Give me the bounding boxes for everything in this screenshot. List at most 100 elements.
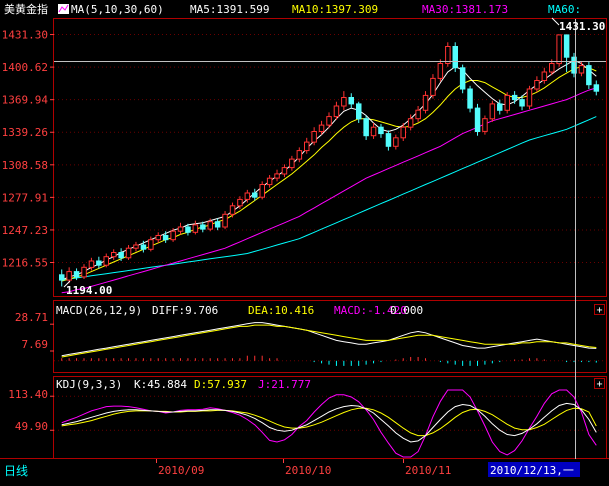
kdj-j-readout: J:21.777 bbox=[258, 378, 311, 391]
candle-body bbox=[259, 184, 265, 198]
ma10-readout: MA10:1397.309 bbox=[292, 3, 378, 16]
macd-zero-readout: 0.000 bbox=[390, 304, 423, 317]
kdj-k-readout: K:45.884 bbox=[134, 378, 187, 391]
candle-body bbox=[482, 118, 488, 132]
candle-body bbox=[356, 103, 362, 120]
candle-body bbox=[237, 198, 243, 207]
kdj-d-readout: D:57.937 bbox=[194, 378, 247, 391]
candle-body bbox=[467, 88, 473, 109]
candle-body bbox=[133, 244, 139, 249]
high-price-marker: 1431.30 bbox=[559, 20, 605, 33]
candle-body bbox=[363, 118, 369, 137]
candle-body bbox=[155, 235, 161, 241]
candle-body bbox=[125, 247, 132, 259]
price-y-tick: 1431.30 bbox=[2, 29, 48, 42]
price-y-tick: 1369.94 bbox=[2, 94, 49, 107]
candle-body bbox=[59, 274, 65, 281]
candle-body bbox=[222, 213, 228, 228]
candle-body bbox=[66, 271, 72, 281]
candle-body bbox=[192, 224, 199, 233]
candle-body bbox=[526, 88, 533, 107]
candle-down bbox=[459, 64, 466, 94]
macd-y-tick-lower: 7.69 bbox=[22, 338, 49, 351]
ma5-readout: MA5:1391.599 bbox=[190, 3, 269, 16]
candle-body bbox=[541, 71, 548, 81]
candle-body bbox=[304, 141, 310, 152]
candle-down bbox=[586, 61, 592, 89]
candle-body bbox=[214, 221, 221, 228]
candle-body bbox=[326, 116, 332, 126]
ma60-readout: MA60: bbox=[548, 3, 581, 16]
candle-body bbox=[177, 226, 184, 232]
candle-body bbox=[437, 63, 444, 79]
kdj-y-tick-lower: 49.90 bbox=[15, 420, 48, 433]
candle-body bbox=[274, 173, 280, 179]
candle-body bbox=[400, 126, 406, 139]
macd-params-label: MACD(26,12,9) bbox=[56, 304, 142, 317]
candle-body bbox=[281, 167, 288, 175]
candle-body bbox=[407, 118, 414, 128]
price-y-tick: 1308.58 bbox=[2, 159, 48, 172]
kdj-params-label: KDJ(9,3,3) bbox=[56, 378, 122, 391]
candle-body bbox=[489, 103, 496, 120]
candle-body bbox=[563, 34, 570, 58]
candle-body bbox=[170, 230, 176, 241]
price-y-tick: 1247.23 bbox=[2, 224, 48, 237]
candle-body bbox=[111, 252, 117, 258]
low-price-marker: 1194.00 bbox=[66, 284, 112, 297]
candle-body bbox=[200, 224, 206, 230]
candle-body bbox=[341, 97, 347, 107]
price-y-tick: 1277.91 bbox=[2, 191, 48, 204]
candle-body bbox=[229, 205, 236, 215]
candle-body bbox=[244, 192, 251, 200]
kdj-y-tick-upper: 113.40 bbox=[8, 388, 48, 401]
chart-background bbox=[0, 0, 609, 482]
candle-body bbox=[252, 192, 258, 198]
candle-body bbox=[140, 244, 147, 250]
candle-body bbox=[445, 46, 451, 64]
candle-body bbox=[185, 226, 191, 233]
candle-body bbox=[289, 158, 295, 169]
ma30-readout: MA30:1381.173 bbox=[422, 3, 508, 16]
candle-body bbox=[586, 65, 592, 86]
price-y-tick: 1339.26 bbox=[2, 126, 48, 139]
candle-body bbox=[118, 252, 124, 259]
candle-body bbox=[311, 131, 317, 143]
date-tick-nov: 2010/11 bbox=[405, 464, 451, 477]
candle-body bbox=[96, 260, 102, 266]
candle-body bbox=[348, 97, 354, 105]
candle-up bbox=[526, 85, 533, 110]
candle-body bbox=[73, 271, 80, 278]
price-y-tick: 1400.62 bbox=[2, 61, 48, 74]
candle-up bbox=[482, 115, 488, 135]
candle-body bbox=[266, 177, 273, 186]
candle-body bbox=[474, 107, 481, 132]
candle-down bbox=[474, 103, 481, 136]
candle-body bbox=[556, 34, 562, 65]
candle-up bbox=[259, 181, 265, 200]
instrument-name: 美黄金指 bbox=[4, 2, 48, 16]
candle-body bbox=[511, 94, 518, 101]
candle-up bbox=[504, 92, 510, 114]
candle-body bbox=[549, 63, 555, 73]
candle-body bbox=[459, 67, 466, 90]
candle-body bbox=[497, 103, 503, 111]
candle-body bbox=[534, 80, 540, 90]
candle-body bbox=[318, 124, 325, 132]
candle-body bbox=[593, 84, 600, 92]
candle-body bbox=[385, 133, 392, 147]
candle-body bbox=[207, 221, 213, 230]
macd-expand-button-label: + bbox=[596, 305, 602, 316]
candle-down bbox=[467, 85, 473, 113]
candle-body bbox=[81, 266, 87, 278]
candle-down bbox=[452, 42, 458, 73]
candle-body bbox=[393, 137, 399, 147]
stock-chart-screen: 1431.30 1400.62 1369.94 1339.26 1308.58 1277.… bbox=[0, 0, 609, 482]
price-y-tick: 1216.55 bbox=[2, 257, 48, 270]
date-tick-oct: 2010/10 bbox=[285, 464, 331, 477]
candle-body bbox=[519, 99, 525, 107]
candle-body bbox=[103, 256, 109, 266]
candle-body bbox=[162, 235, 169, 241]
candle-body bbox=[378, 126, 384, 135]
chart-canvas[interactable]: 1431.30 1400.62 1369.94 1339.26 1308.58 1277.… bbox=[0, 0, 609, 482]
